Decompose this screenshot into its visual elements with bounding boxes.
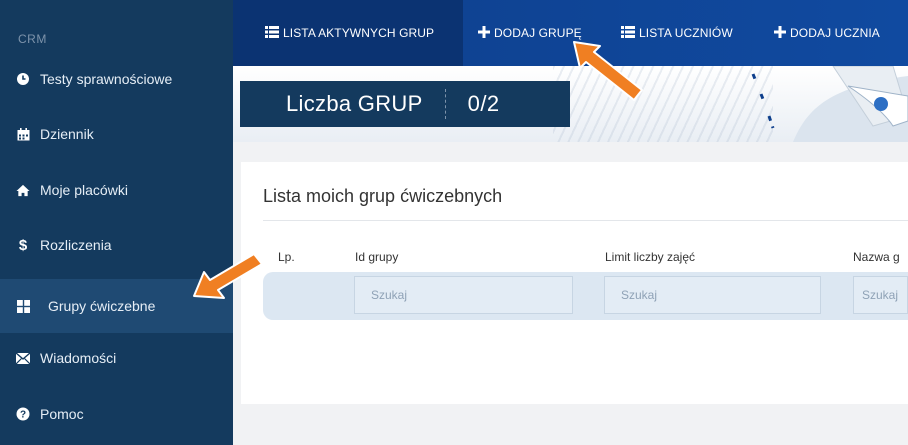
envelope-icon [16,351,30,365]
column-header-group-name[interactable]: Nazwa g [853,250,900,264]
group-counter: Liczba GRUP 0/2 [240,81,570,127]
page-title: Lista moich grup ćwiczebnych [263,186,503,206]
sidebar-item-help[interactable]: ? Pomoc [0,387,233,441]
counter-label: Liczba GRUP [286,91,423,116]
title-divider [263,220,908,221]
tab-add-group[interactable]: DODAJ GRUPĘ [478,0,582,66]
plus-icon [478,25,490,41]
grid-icon [16,299,30,313]
annotation-arrow-add-group [573,41,643,101]
question-icon: ? [16,407,30,421]
column-header-lp[interactable]: Lp. [278,250,295,264]
column-header-group-id[interactable]: Id grupy [355,250,398,264]
search-input-group-name[interactable] [853,276,908,314]
plus-icon [774,25,786,41]
svg-text:?: ? [20,410,26,421]
tab-label: LISTA AKTYWNYCH GRUP [283,26,435,40]
sidebar: CRM Testy sprawnościowe Dziennik Moje pl… [0,0,233,445]
calendar-icon [16,127,30,141]
clock-icon [16,72,30,86]
sidebar-item-label: Wiadomości [40,350,117,366]
search-input-lesson-limit[interactable] [604,276,821,314]
column-header-lesson-limit[interactable]: Limit liczby zajęć [605,250,695,264]
sidebar-item-label: Dziennik [40,126,94,142]
sidebar-item-label: Pomoc [40,406,84,422]
home-icon [16,183,30,197]
dollar-icon: $ [18,236,28,254]
annotation-arrow-exercise-groups [193,253,263,299]
sidebar-item-journal[interactable]: Dziennik [0,107,233,161]
sidebar-item-fitness-tests[interactable]: Testy sprawnościowe [0,52,233,106]
counter-divider [444,89,446,119]
sidebar-item-label: Rozliczenia [40,237,112,253]
search-input-group-id[interactable] [354,276,573,314]
list-icon [265,25,279,41]
sidebar-item-my-facilities[interactable]: Moje placówki [0,163,233,217]
brand-label: CRM [18,32,47,46]
tab-active-groups-list[interactable]: LISTA AKTYWNYCH GRUP [233,0,463,66]
groups-list-card: Lista moich grup ćwiczebnych Lp. Id grup… [241,162,908,404]
tab-label: DODAJ UCZNIA [790,26,880,40]
tab-label: LISTA UCZNIÓW [639,26,733,40]
sidebar-item-label: Testy sprawnościowe [40,71,173,87]
sidebar-item-label: Grupy ćwiczebne [48,298,156,314]
tab-label: DODAJ GRUPĘ [494,26,582,40]
tab-add-student[interactable]: DODAJ UCZNIA [774,0,880,66]
sidebar-item-label: Moje placówki [40,182,128,198]
counter-value: 0/2 [467,91,500,116]
sidebar-item-messages[interactable]: Wiadomości [0,331,233,385]
